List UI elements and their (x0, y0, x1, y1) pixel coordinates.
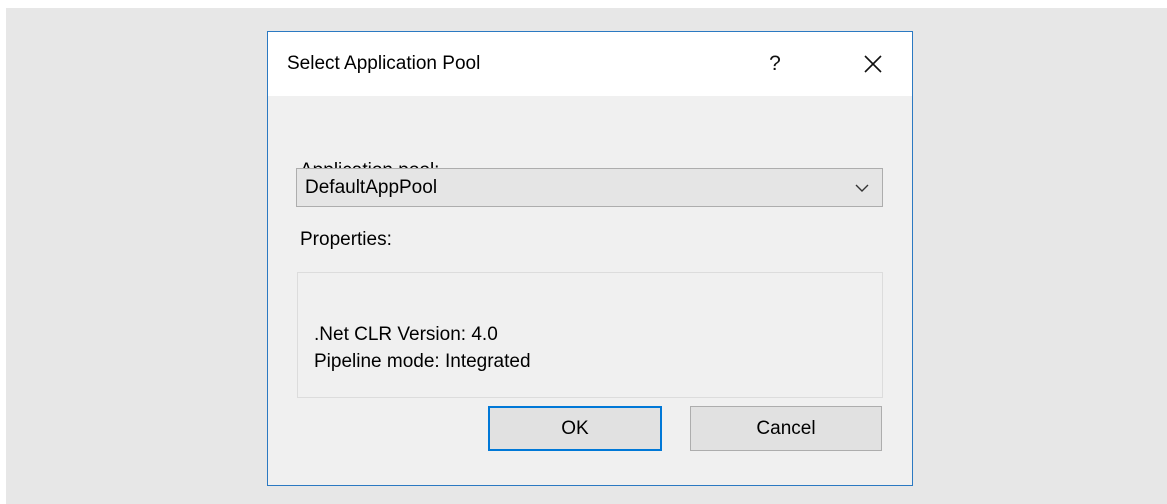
close-button[interactable] (844, 42, 902, 86)
chevron-down-icon (855, 184, 869, 192)
cancel-button[interactable]: Cancel (690, 406, 882, 451)
dialog-title: Select Application Pool (287, 53, 481, 74)
close-icon (864, 55, 882, 73)
pipeline-mode-text: Pipeline mode: Integrated (314, 351, 531, 372)
application-pool-selected-value: DefaultAppPool (305, 177, 438, 198)
help-button[interactable]: ? (746, 42, 804, 86)
properties-panel: .Net CLR Version: 4.0 Pipeline mode: Int… (297, 272, 883, 398)
application-pool-select[interactable]: DefaultAppPool (296, 168, 883, 207)
properties-label: Properties: (300, 229, 392, 250)
clr-version-text: .Net CLR Version: 4.0 (314, 324, 498, 345)
help-icon: ? (769, 52, 781, 75)
title-bar: Select Application Pool ? (268, 32, 912, 96)
ok-button[interactable]: OK (488, 406, 662, 451)
